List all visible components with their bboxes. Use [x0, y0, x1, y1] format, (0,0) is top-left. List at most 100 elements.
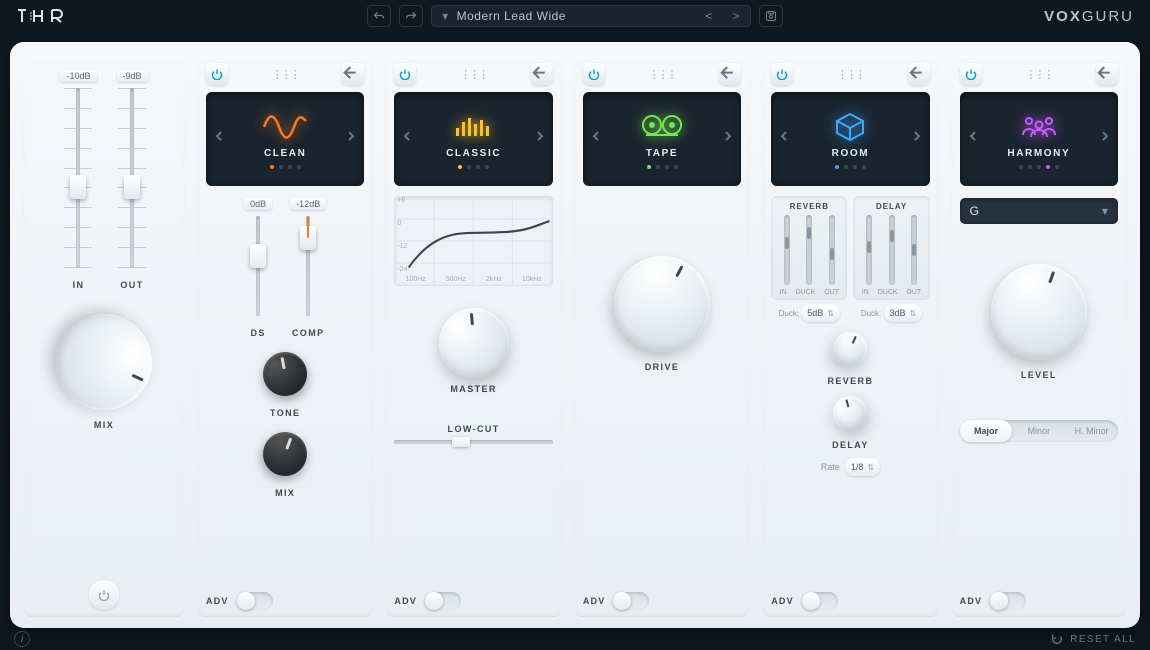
room-reverb-duck-slider[interactable]	[806, 215, 812, 285]
module-harmony: HARMONY G LEVEL Major Minor H. Minor ADV	[950, 56, 1128, 618]
clean-algo-prev[interactable]	[210, 127, 228, 145]
tape-drive-knob[interactable]	[597, 239, 727, 369]
harmony-random-button[interactable]	[1096, 63, 1118, 85]
tape-title: TAPE	[646, 148, 678, 159]
clean-random-button[interactable]	[342, 63, 364, 85]
brand-label: VOXGURU	[1044, 8, 1134, 25]
harmony-scale-minor[interactable]: Minor	[1012, 426, 1065, 436]
preset-prev-icon[interactable]: <	[705, 9, 713, 23]
classic-algo-next[interactable]	[531, 127, 549, 145]
classic-algo-prev[interactable]	[398, 127, 416, 145]
io-in-label: IN	[73, 280, 85, 290]
room-delay-out-slider[interactable]	[911, 215, 917, 285]
tape-drag-handle[interactable]	[647, 67, 677, 81]
info-button[interactable]: i	[14, 631, 30, 647]
classic-master-label: MASTER	[450, 384, 496, 394]
clean-drag-handle[interactable]	[270, 67, 300, 81]
harmony-adv-toggle[interactable]	[990, 592, 1026, 610]
classic-title: CLASSIC	[446, 148, 501, 159]
io-power-button[interactable]	[89, 580, 119, 610]
clean-adv-toggle[interactable]	[237, 592, 273, 610]
clean-tone-knob[interactable]	[260, 349, 311, 400]
room-delay-duck-slider[interactable]	[889, 215, 895, 285]
io-in-slider[interactable]	[71, 88, 85, 268]
clean-power-button[interactable]	[206, 63, 228, 85]
harmony-level-knob[interactable]	[977, 250, 1100, 373]
classic-adv-label: ADV	[394, 596, 417, 606]
harmony-key-select[interactable]: G	[960, 198, 1118, 224]
classic-dots	[458, 165, 489, 169]
room-delay-knob[interactable]	[830, 392, 872, 434]
harmony-drag-handle[interactable]	[1024, 67, 1054, 81]
title-bar: ▾ Modern Lead Wide < > VOXGURU	[0, 0, 1150, 32]
harmony-scale-major[interactable]: Major	[960, 420, 1013, 442]
room-drag-handle[interactable]	[835, 67, 865, 81]
room-algo-prev[interactable]	[775, 127, 793, 145]
classic-random-button[interactable]	[531, 63, 553, 85]
tape-algo-prev[interactable]	[587, 127, 605, 145]
clean-algo-next[interactable]	[342, 127, 360, 145]
tape-dots	[647, 165, 678, 169]
clean-adv-label: ADV	[206, 596, 229, 606]
io-out-label: OUT	[120, 280, 143, 290]
classic-adv-toggle[interactable]	[425, 592, 461, 610]
reset-all-button[interactable]: RESET ALL	[1050, 632, 1136, 646]
clean-ds-slider[interactable]	[251, 216, 265, 316]
preset-next-icon[interactable]: >	[733, 9, 741, 23]
app-root: ▾ Modern Lead Wide < > VOXGURU -10dB	[0, 0, 1150, 650]
room-reverb-out-slider[interactable]	[829, 215, 835, 285]
classic-lowcut-slider[interactable]	[394, 440, 552, 444]
room-random-button[interactable]	[908, 63, 930, 85]
harmony-scale-hminor[interactable]: H. Minor	[1065, 426, 1118, 436]
harmony-power-button[interactable]	[960, 63, 982, 85]
classic-power-button[interactable]	[394, 63, 416, 85]
classic-master-knob[interactable]	[436, 305, 512, 381]
harmony-algo-prev[interactable]	[964, 127, 982, 145]
eq-graph[interactable]: +60-12-24 100Hz500Hz2kHz10kHz	[394, 196, 552, 286]
clean-ds-label: DS	[251, 328, 266, 338]
clean-mix-label: MIX	[275, 488, 295, 498]
room-reverb-knob[interactable]	[828, 326, 873, 371]
clean-ds-value: 0dB	[244, 198, 272, 210]
clean-comp-slider[interactable]	[301, 216, 315, 316]
room-power-button[interactable]	[771, 63, 793, 85]
tape-adv-toggle[interactable]	[613, 592, 649, 610]
io-mix-label: MIX	[56, 420, 152, 430]
room-delay-box: DELAY INDUCKOUT	[853, 196, 929, 300]
undo-button[interactable]	[367, 5, 391, 27]
room-delay-duck-stepper[interactable]: 3dB	[884, 304, 923, 322]
tape-power-button[interactable]	[583, 63, 605, 85]
room-adv-toggle[interactable]	[802, 592, 838, 610]
classic-drag-handle[interactable]	[459, 67, 489, 81]
io-out-value: -9dB	[117, 70, 148, 82]
clean-mix-knob[interactable]	[257, 426, 313, 482]
room-algo-next[interactable]	[908, 127, 926, 145]
preset-name: Modern Lead Wide	[457, 9, 566, 23]
cube-icon	[832, 110, 868, 144]
classic-lowcut-label: LOW-CUT	[394, 424, 552, 434]
harmony-scale-segmented[interactable]: Major Minor H. Minor	[960, 420, 1118, 442]
room-adv-label: ADV	[771, 596, 794, 606]
io-out-slider[interactable]	[125, 88, 139, 268]
harmony-algo-next[interactable]	[1096, 127, 1114, 145]
room-reverb-knob-label: REVERB	[827, 376, 873, 386]
room-rate-stepper[interactable]: 1/8	[845, 458, 880, 476]
wave-icon	[262, 110, 308, 144]
classic-screen: CLASSIC	[394, 92, 552, 186]
harmony-adv-label: ADV	[960, 596, 983, 606]
save-preset-button[interactable]	[759, 5, 783, 27]
room-reverb-in-slider[interactable]	[784, 215, 790, 285]
preset-select[interactable]: ▾ Modern Lead Wide < >	[431, 5, 751, 27]
harmony-screen: HARMONY	[960, 92, 1118, 186]
tape-algo-next[interactable]	[719, 127, 737, 145]
room-reverb-duck-stepper[interactable]: 5dB	[801, 304, 840, 322]
module-room: ROOM REVERB INDUCKOUT DELAY	[761, 56, 939, 618]
tape-random-button[interactable]	[719, 63, 741, 85]
redo-button[interactable]	[399, 5, 423, 27]
clean-screen: CLEAN	[206, 92, 364, 186]
tape-drive-label: DRIVE	[645, 362, 680, 372]
room-dots	[835, 165, 866, 169]
harmony-dots	[1019, 165, 1059, 169]
room-delay-in-slider[interactable]	[866, 215, 872, 285]
io-mix-knob[interactable]	[40, 298, 168, 426]
